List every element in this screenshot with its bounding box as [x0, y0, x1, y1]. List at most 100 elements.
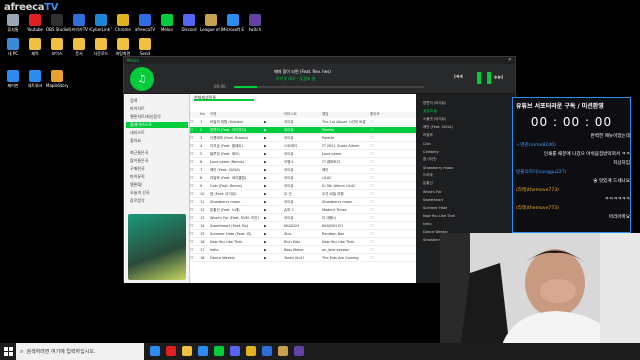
table-row[interactable]: ☐ 11 Strawberry moon ▶ 아이유 Strawberry moon ♡ — [190, 199, 416, 206]
artist-name[interactable]: 손마 2 — [284, 208, 322, 213]
like-icon[interactable]: ♡ — [370, 192, 416, 196]
row-checkbox[interactable]: ☐ — [190, 224, 200, 228]
album-name[interactable]: The 1st Album 시간의 바깥 — [322, 120, 370, 125]
playlist-item[interactable]: Coin — [420, 140, 514, 147]
desktop-icon[interactable]: 보이스 — [46, 38, 68, 68]
song-title[interactable]: Dance Weekly — [210, 256, 264, 260]
table-row[interactable]: ☐ 14 Sweetheart (Feat. Bo) ▶ KKADOH KKADOH EO… — [190, 223, 416, 230]
play-icon[interactable]: ▶ — [264, 192, 284, 196]
play-icon[interactable]: ▶ — [264, 184, 284, 188]
desktop-icon[interactable]: League of Legends — [200, 14, 222, 44]
row-checkbox[interactable]: ☐ — [190, 208, 200, 212]
row-checkbox[interactable]: ☐ — [190, 240, 200, 244]
sidebar-item[interactable]: 멜론DJ — [130, 182, 142, 188]
row-checkbox[interactable]: ☐ — [190, 168, 200, 172]
taskbar-app-icon[interactable] — [294, 346, 304, 356]
album-art[interactable] — [128, 214, 186, 280]
sidebar-item[interactable]: 마이차트 — [130, 106, 145, 112]
album-name[interactable]: The Kids Are Coming — [322, 256, 370, 260]
window-titlebar[interactable]: Melon ✕ — [124, 57, 515, 64]
like-icon[interactable]: ♡ — [370, 248, 416, 252]
play-icon[interactable]: ▶ — [264, 224, 284, 228]
table-row[interactable]: ☐ 18 Dance Weekly ▶ Tones And I The Kids Are … — [190, 255, 416, 262]
album-name[interactable]: 에잇 — [322, 168, 370, 173]
row-checkbox[interactable]: ☐ — [190, 176, 200, 180]
artist-name[interactable]: 아이유 — [284, 176, 322, 181]
playlist-item[interactable]: 꽃갈피 둘 — [420, 108, 514, 115]
taskbar-app-icon[interactable] — [246, 346, 256, 356]
song-title[interactable]: 이름에게 (Feat. Brooks) — [210, 136, 264, 141]
play-icon[interactable]: ▶ — [264, 144, 284, 148]
play-icon[interactable]: ▶ — [264, 136, 284, 140]
desktop-icon[interactable]: 문서 — [68, 38, 90, 68]
row-checkbox[interactable]: ☐ — [190, 144, 200, 148]
taskbar-app-icon[interactable] — [198, 346, 208, 356]
artist-name[interactable]: 아이유 — [284, 200, 322, 205]
play-icon[interactable]: ▶ — [264, 216, 284, 220]
column-header[interactable]: 좋아요 — [370, 112, 380, 117]
table-row[interactable]: ☐ 17 hello ▶ Ross Maker on_love session ♡ — [190, 247, 416, 254]
artist-name[interactable]: Rich Kidz — [284, 240, 322, 244]
artist-name[interactable]: 우 선 — [284, 192, 322, 197]
playlist-item[interactable]: 스물셋 (아이유) — [420, 116, 514, 123]
song-title[interactable]: 분홍신 (Feat. 노래) — [210, 208, 264, 213]
row-checkbox[interactable]: ☐ — [190, 152, 200, 156]
play-icon[interactable]: ▶ — [264, 208, 284, 212]
play-icon[interactable]: ▶ — [264, 152, 284, 156]
album-name[interactable]: Strawberry moon — [322, 200, 370, 204]
playlist-item[interactable]: Celebrity — [420, 148, 514, 155]
like-icon[interactable]: ♡ — [370, 184, 416, 188]
desktop-icon[interactable]: 제목 — [24, 38, 46, 68]
playlist-item[interactable]: 잠 (우선) — [420, 156, 514, 163]
song-title[interactable]: 이지금 (Feat. 팔레트) — [210, 144, 264, 149]
playlist-item[interactable]: 라일락 — [420, 132, 514, 139]
song-title[interactable]: Coin (Feat. Remix) — [210, 184, 264, 188]
artist-name[interactable]: Zico — [284, 232, 322, 236]
artist-name[interactable]: 아이유 — [284, 216, 322, 221]
like-icon[interactable]: ♡ — [370, 256, 416, 260]
playlist-item[interactable]: Sweetheart — [420, 196, 514, 203]
taskbar-app-icon[interactable] — [278, 346, 288, 356]
sidebar-item[interactable]: 많이들은곡 — [130, 158, 148, 164]
song-title[interactable]: 에잇 (Feat. SUGA) — [210, 168, 264, 173]
playlist-item[interactable]: Summer Hate — [420, 204, 514, 211]
column-header[interactable]: 아티스트 — [284, 112, 297, 117]
like-icon[interactable]: ♡ — [370, 200, 416, 204]
artist-name[interactable]: 아이유 — [284, 136, 322, 141]
playlist-item[interactable]: 드라마 — [420, 172, 514, 179]
taskbar-search[interactable]: ⌕ 검색하려면 여기에 입력하십시오. — [16, 343, 144, 360]
artist-name[interactable]: KKADOH — [284, 224, 322, 228]
row-checkbox[interactable]: ☐ — [190, 248, 200, 252]
song-title[interactable]: What's For (Feat. DVM. 리안) — [210, 216, 264, 221]
artist-name[interactable]: 아이유 — [284, 184, 322, 189]
table-row[interactable]: ☐ 4 이지금 (Feat. 팔레트) ▶ 스트레이?? 2021 Guest Albu… — [190, 143, 416, 150]
desktop-icon[interactable]: 제어판 — [2, 70, 24, 100]
play-icon[interactable]: ▶ — [264, 248, 284, 252]
tab-current-playlist[interactable]: 현재재생목록 — [194, 95, 254, 101]
playlist-item[interactable]: 에잇 (Feat. SUGA) — [420, 124, 514, 131]
like-icon[interactable]: ♡ — [370, 136, 416, 140]
row-checkbox[interactable]: ☐ — [190, 200, 200, 204]
song-title[interactable]: 비밀의 정원 (Hidden) — [210, 120, 264, 125]
album-name[interactable]: Palette — [322, 136, 370, 140]
song-title[interactable]: Strawberry moon — [210, 200, 264, 204]
taskbar-app-icon[interactable] — [150, 346, 160, 356]
like-icon[interactable]: ♡ — [370, 120, 416, 124]
play-icon[interactable]: ▶ — [264, 200, 284, 204]
row-checkbox[interactable]: ☐ — [190, 256, 200, 260]
playlist-item[interactable]: Strawberry moon — [420, 164, 514, 171]
sidebar-item[interactable]: 오늘의 선곡 — [130, 190, 150, 196]
like-icon[interactable]: ♡ — [370, 152, 416, 156]
album-name[interactable]: ?? 2021 Guest Album — [322, 144, 370, 148]
album-name[interactable]: IU 5th Album LILAC — [322, 184, 370, 188]
play-icon[interactable]: ▶ — [264, 168, 284, 172]
artist-name[interactable]: 아이유 — [284, 120, 322, 125]
song-title[interactable]: Love poem (Remix) — [210, 160, 264, 164]
column-header[interactable]: 앨범 — [322, 112, 328, 117]
desktop-icon[interactable]: twitch — [244, 14, 266, 44]
like-icon[interactable]: ♡ — [370, 216, 416, 220]
desktop-icon[interactable]: Microsoft Edge — [222, 14, 244, 44]
taskbar-app-icon[interactable] — [182, 346, 192, 356]
like-icon[interactable]: ♡ — [370, 160, 416, 164]
artist-name[interactable]: 아이유 — [284, 152, 322, 157]
